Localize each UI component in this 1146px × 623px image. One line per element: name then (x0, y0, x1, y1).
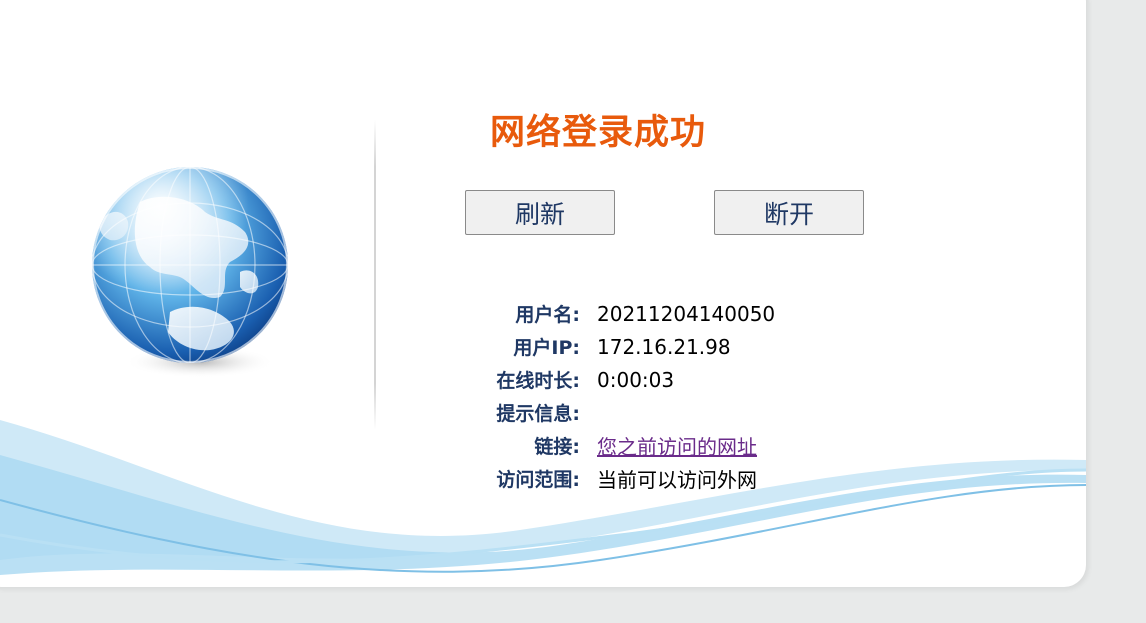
access-scope-value: 当前可以访问外网 (597, 468, 757, 492)
username-value: 20211204140050 (597, 301, 776, 326)
refresh-button[interactable]: 刷新 (465, 190, 615, 235)
info-row-username: 用户名: 20211204140050 (460, 297, 775, 330)
info-row-user-ip: 用户IP: 172.16.21.98 (460, 330, 775, 363)
info-row-link: 链接: 您之前访问的网址 (460, 429, 775, 462)
info-row-message: 提示信息: (460, 396, 775, 429)
user-ip-value: 172.16.21.98 (597, 334, 731, 359)
globe-icon (92, 167, 288, 378)
access-scope-label: 访问范围: (496, 469, 580, 491)
login-success-card: 网络登录成功 刷新 断开 用户名: 20211204140050 用户IP: 1… (0, 0, 1086, 587)
info-row-access-scope: 访问范围: 当前可以访问外网 (460, 462, 775, 495)
online-time-label: 在线时长: (496, 370, 580, 392)
online-time-value: 0:00:03 (597, 367, 675, 392)
link-label: 链接: (534, 436, 580, 458)
vertical-divider (374, 120, 376, 430)
previous-url-link[interactable]: 您之前访问的网址 (597, 435, 757, 459)
disconnect-button[interactable]: 断开 (714, 190, 864, 235)
message-label: 提示信息: (496, 403, 580, 425)
link-value-wrapper: 您之前访问的网址 (597, 431, 757, 460)
user-ip-label: 用户IP: (513, 337, 580, 359)
session-info: 用户名: 20211204140050 用户IP: 172.16.21.98 在… (460, 297, 775, 495)
page-title: 网络登录成功 (490, 113, 707, 153)
username-label: 用户名: (515, 304, 580, 326)
info-row-online-time: 在线时长: 0:00:03 (460, 363, 775, 396)
